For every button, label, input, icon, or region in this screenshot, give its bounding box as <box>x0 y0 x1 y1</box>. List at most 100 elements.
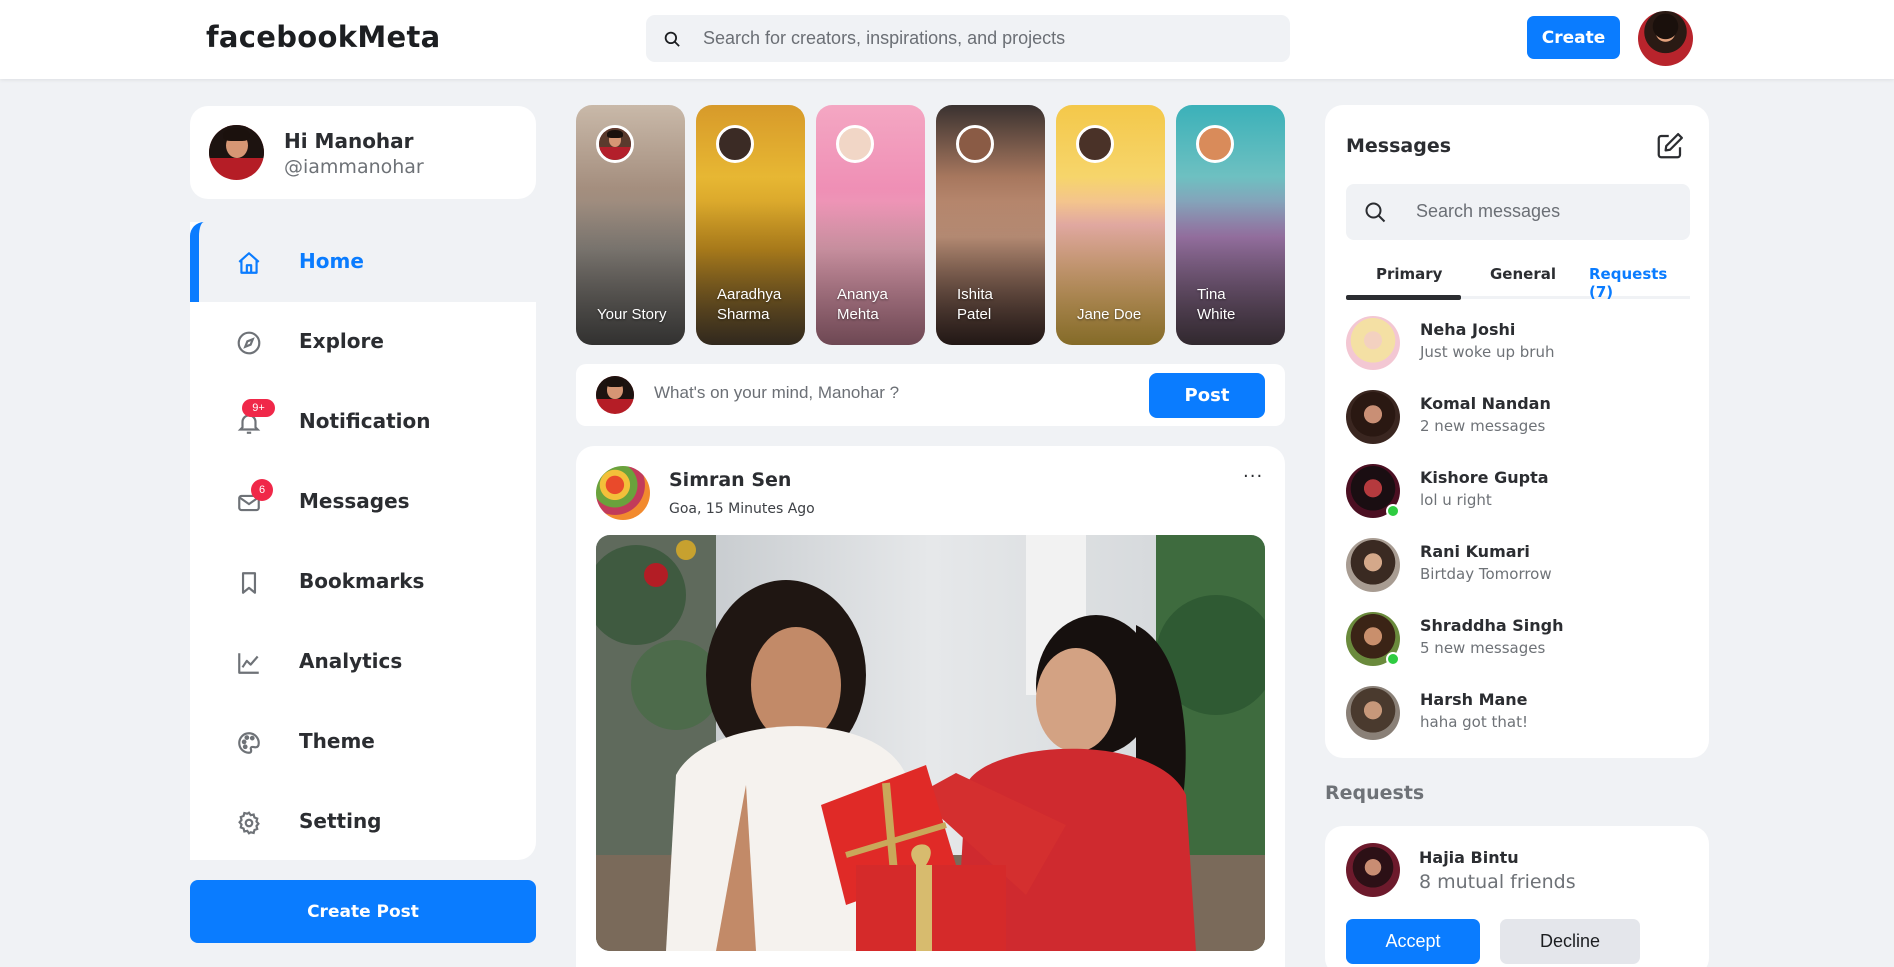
message-sender: Shraddha Singh <box>1420 616 1564 635</box>
compass-icon <box>236 330 262 356</box>
messages-panel: Messages Primary General Requests (7) Ne… <box>1325 105 1709 758</box>
sidebar-item-label: Theme <box>299 729 375 753</box>
bookmark-icon <box>236 570 262 596</box>
sidebar-item-explore[interactable]: Explore <box>190 302 536 382</box>
story-avatar <box>596 125 634 163</box>
post-composer: Post <box>576 364 1285 426</box>
message-preview: 2 new messages <box>1420 417 1546 435</box>
sidebar-item-setting[interactable]: Setting <box>190 782 536 862</box>
story-avatar <box>956 125 994 163</box>
sidebar-item-label: Notification <box>299 409 431 433</box>
sidebar-item-messages[interactable]: 6 Messages <box>190 462 536 542</box>
story-name: Aaradhya Sharma <box>717 286 782 323</box>
sidebar-item-label: Setting <box>299 809 382 833</box>
story-name: Tina White <box>1197 286 1236 323</box>
create-post-button[interactable]: Create Post <box>190 880 536 943</box>
story-card[interactable]: Aaradhya Sharma <box>696 105 805 345</box>
message-preview: 5 new messages <box>1420 639 1546 657</box>
story-card[interactable]: Your Story <box>576 105 685 345</box>
search-icon <box>661 28 683 50</box>
messages-tabs: Primary General Requests (7) <box>1346 255 1690 301</box>
story-avatar <box>716 125 754 163</box>
active-tab-indicator <box>1346 295 1461 300</box>
profile-avatar[interactable] <box>1638 11 1693 66</box>
request-avatar[interactable] <box>1346 843 1400 897</box>
message-preview: haha got that! <box>1420 713 1528 731</box>
profile-card[interactable]: Hi Manohar @iammanohar <box>190 106 536 199</box>
message-item[interactable]: Neha Joshi Just woke up bruh <box>1346 316 1690 376</box>
message-sender: Neha Joshi <box>1420 320 1516 339</box>
notification-badge: 9+ <box>242 399 275 417</box>
story-card[interactable]: Ishita Patel <box>936 105 1045 345</box>
post-author-avatar[interactable] <box>596 466 650 520</box>
messages-title: Messages <box>1346 135 1452 157</box>
messages-badge: 6 <box>251 479 273 501</box>
composer-avatar <box>596 376 634 414</box>
composer-input[interactable] <box>654 383 1134 403</box>
messages-search[interactable] <box>1346 184 1690 240</box>
chart-line-icon <box>236 650 262 676</box>
story-card[interactable]: Tina White <box>1176 105 1285 345</box>
profile-handle: @iammanohar <box>284 156 424 178</box>
message-sender: Rani Kumari <box>1420 542 1530 561</box>
palette-icon <box>236 730 262 756</box>
post-image[interactable] <box>596 535 1265 951</box>
top-navbar: facebookMeta Create <box>0 0 1894 79</box>
message-avatar <box>1346 686 1400 740</box>
message-sender: Harsh Mane <box>1420 690 1528 709</box>
tab-general[interactable]: General <box>1490 265 1556 283</box>
search-input[interactable] <box>703 28 1263 49</box>
create-button[interactable]: Create <box>1527 16 1620 59</box>
feed-post: Simran Sen Goa, 15 Minutes Ago ··· <box>576 446 1285 967</box>
search-icon <box>1363 200 1387 224</box>
story-name: Ananya Mehta <box>837 286 888 323</box>
sidebar-item-bookmarks[interactable]: Bookmarks <box>190 542 536 622</box>
online-indicator <box>1386 652 1400 666</box>
messages-search-input[interactable] <box>1416 201 1676 222</box>
more-options-icon[interactable]: ··· <box>1243 466 1263 487</box>
app-logo[interactable]: facebookMeta <box>206 20 441 54</box>
request-name[interactable]: Hajia Bintu <box>1419 848 1519 867</box>
sidebar-item-label: Analytics <box>299 649 403 673</box>
sidebar-item-analytics[interactable]: Analytics <box>190 622 536 702</box>
message-avatar <box>1346 538 1400 592</box>
post-author-name[interactable]: Simran Sen <box>669 469 791 491</box>
home-icon <box>236 250 262 276</box>
story-card[interactable]: Ananya Mehta <box>816 105 925 345</box>
edit-icon[interactable] <box>1655 131 1685 161</box>
story-avatar <box>836 125 874 163</box>
story-name: Jane Doe <box>1077 306 1142 323</box>
message-preview: Birtday Tomorrow <box>1420 565 1552 583</box>
message-avatar <box>1346 390 1400 444</box>
sidebar-item-label: Messages <box>299 489 410 513</box>
requests-heading: Requests <box>1325 782 1425 804</box>
sidebar-item-theme[interactable]: Theme <box>190 702 536 782</box>
message-item[interactable]: Shraddha Singh 5 new messages <box>1346 612 1690 672</box>
message-preview: Just woke up bruh <box>1420 343 1555 361</box>
search-bar[interactable] <box>646 15 1290 62</box>
sidebar-item-notification[interactable]: 9+ Notification <box>190 382 536 462</box>
sidebar-menu: Home Explore 9+ Notification 6 Messages … <box>190 222 536 860</box>
story-avatar <box>1196 125 1234 163</box>
gear-icon <box>236 810 262 836</box>
message-item[interactable]: Harsh Mane haha got that! <box>1346 686 1690 746</box>
post-button[interactable]: Post <box>1149 373 1265 418</box>
tab-primary[interactable]: Primary <box>1376 265 1442 283</box>
story-name: Ishita Patel <box>957 286 993 323</box>
story-card[interactable]: Jane Doe <box>1056 105 1165 345</box>
request-mutual-friends: 8 mutual friends <box>1419 871 1576 893</box>
decline-button[interactable]: Decline <box>1500 919 1640 964</box>
message-sender: Komal Nandan <box>1420 394 1551 413</box>
accept-button[interactable]: Accept <box>1346 919 1480 964</box>
message-item[interactable]: Kishore Gupta lol u right <box>1346 464 1690 524</box>
sidebar-item-label: Home <box>299 249 364 273</box>
sidebar-item-home[interactable]: Home <box>190 222 536 302</box>
tab-requests[interactable]: Requests (7) <box>1589 265 1690 301</box>
message-item[interactable]: Rani Kumari Birtday Tomorrow <box>1346 538 1690 598</box>
message-item[interactable]: Komal Nandan 2 new messages <box>1346 390 1690 450</box>
sidebar-item-label: Bookmarks <box>299 569 425 593</box>
story-avatar <box>1076 125 1114 163</box>
friend-request-card: Hajia Bintu 8 mutual friends Accept Decl… <box>1325 826 1709 967</box>
message-sender: Kishore Gupta <box>1420 468 1549 487</box>
sidebar-item-label: Explore <box>299 329 384 353</box>
